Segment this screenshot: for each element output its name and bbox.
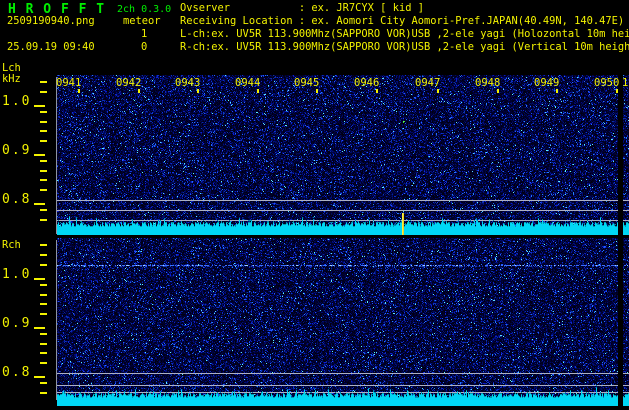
freq-minor-tick xyxy=(40,303,47,305)
time-label: 0945 xyxy=(294,77,320,89)
lch-receiver-line: L-ch:ex. UV5R 113.900Mhz(SAPPORO VOR)USB… xyxy=(180,28,629,40)
rch-plot-border xyxy=(56,240,57,400)
location-line: Receiving Location : ex. Aomori City Aom… xyxy=(180,15,625,27)
time-minute-tick xyxy=(316,89,318,93)
output-filename: 2509190940.png xyxy=(7,15,95,27)
freq-major-tick xyxy=(34,154,45,156)
freq-minor-tick xyxy=(40,392,47,394)
time-label: 0944 xyxy=(235,77,261,89)
freq-minor-tick xyxy=(40,81,47,83)
freq-minor-tick xyxy=(40,91,47,93)
freq-major-tick xyxy=(34,376,45,378)
lch-meteor-count: 1 xyxy=(141,28,148,40)
lch-axis-caption: Lch xyxy=(2,62,21,74)
time-minute-tick xyxy=(376,89,378,93)
time-label: 10 xyxy=(622,77,629,89)
freq-tick-label: 0.9 xyxy=(2,316,32,331)
time-minute-tick xyxy=(78,89,80,93)
time-minute-tick xyxy=(257,89,259,93)
freq-minor-tick xyxy=(40,140,47,142)
rch-receiver-line: R-ch:ex. UV5R 113.900Mhz(SAPPORO VOR)USB… xyxy=(180,41,629,53)
freq-minor-tick xyxy=(40,130,47,132)
observation-datetime: 25.09.19 09:40 xyxy=(7,41,95,53)
time-label: 0941 xyxy=(56,77,82,89)
freq-minor-tick xyxy=(40,294,47,296)
freq-minor-tick xyxy=(40,244,47,246)
freq-tick-label: 1.0 xyxy=(2,267,32,282)
freq-minor-tick xyxy=(40,189,47,191)
time-minute-tick xyxy=(437,89,439,93)
freq-minor-tick xyxy=(40,254,47,256)
freq-tick-label: 0.8 xyxy=(2,192,32,207)
freq-major-tick xyxy=(34,105,45,107)
observer-line: Ovserver : ex. JR7CYX [ kid ] xyxy=(180,2,424,14)
khz-unit-caption: kHz xyxy=(2,73,21,85)
freq-major-tick xyxy=(34,278,45,280)
freq-tick-label: 0.8 xyxy=(2,365,32,380)
mode-label: meteor xyxy=(123,15,161,27)
freq-minor-tick xyxy=(40,111,47,113)
time-minute-tick xyxy=(556,89,558,93)
hrofft-spectrogram-image: H R O F F T 2ch 0.3.0 2509190940.png met… xyxy=(0,0,629,410)
freq-minor-tick xyxy=(40,209,47,211)
freq-minor-tick xyxy=(40,333,47,335)
time-label: 0943 xyxy=(175,77,201,89)
app-version: 2ch 0.3.0 xyxy=(117,4,172,15)
time-minute-tick xyxy=(138,89,140,93)
rch-spectrogram xyxy=(57,238,629,406)
time-label: 0948 xyxy=(475,77,501,89)
time-label: 0946 xyxy=(354,77,380,89)
freq-minor-tick xyxy=(40,179,47,181)
freq-tick-label: 0.9 xyxy=(2,143,32,158)
freq-minor-tick xyxy=(40,170,47,172)
freq-minor-tick xyxy=(40,362,47,364)
time-minute-tick xyxy=(197,89,199,93)
freq-major-tick xyxy=(34,203,45,205)
lch-plot-border xyxy=(56,77,57,234)
freq-minor-tick xyxy=(40,121,47,123)
lch-spectrogram xyxy=(57,75,629,235)
time-minute-tick xyxy=(497,89,499,93)
freq-minor-tick xyxy=(40,382,47,384)
freq-minor-tick xyxy=(40,313,47,315)
time-minute-tick xyxy=(616,89,618,93)
freq-minor-tick xyxy=(40,352,47,354)
freq-major-tick xyxy=(34,327,45,329)
time-label: 0947 xyxy=(415,77,441,89)
rch-axis-caption: Rch xyxy=(2,239,21,251)
freq-minor-tick xyxy=(40,264,47,266)
freq-tick-label: 1.0 xyxy=(2,94,32,109)
rch-meteor-count: 0 xyxy=(141,41,148,53)
freq-minor-tick xyxy=(40,284,47,286)
time-label: 0950 xyxy=(594,77,620,89)
freq-minor-tick xyxy=(40,160,47,162)
time-label: 0942 xyxy=(116,77,142,89)
freq-minor-tick xyxy=(40,343,47,345)
freq-minor-tick xyxy=(40,219,47,221)
time-label: 0949 xyxy=(534,77,560,89)
